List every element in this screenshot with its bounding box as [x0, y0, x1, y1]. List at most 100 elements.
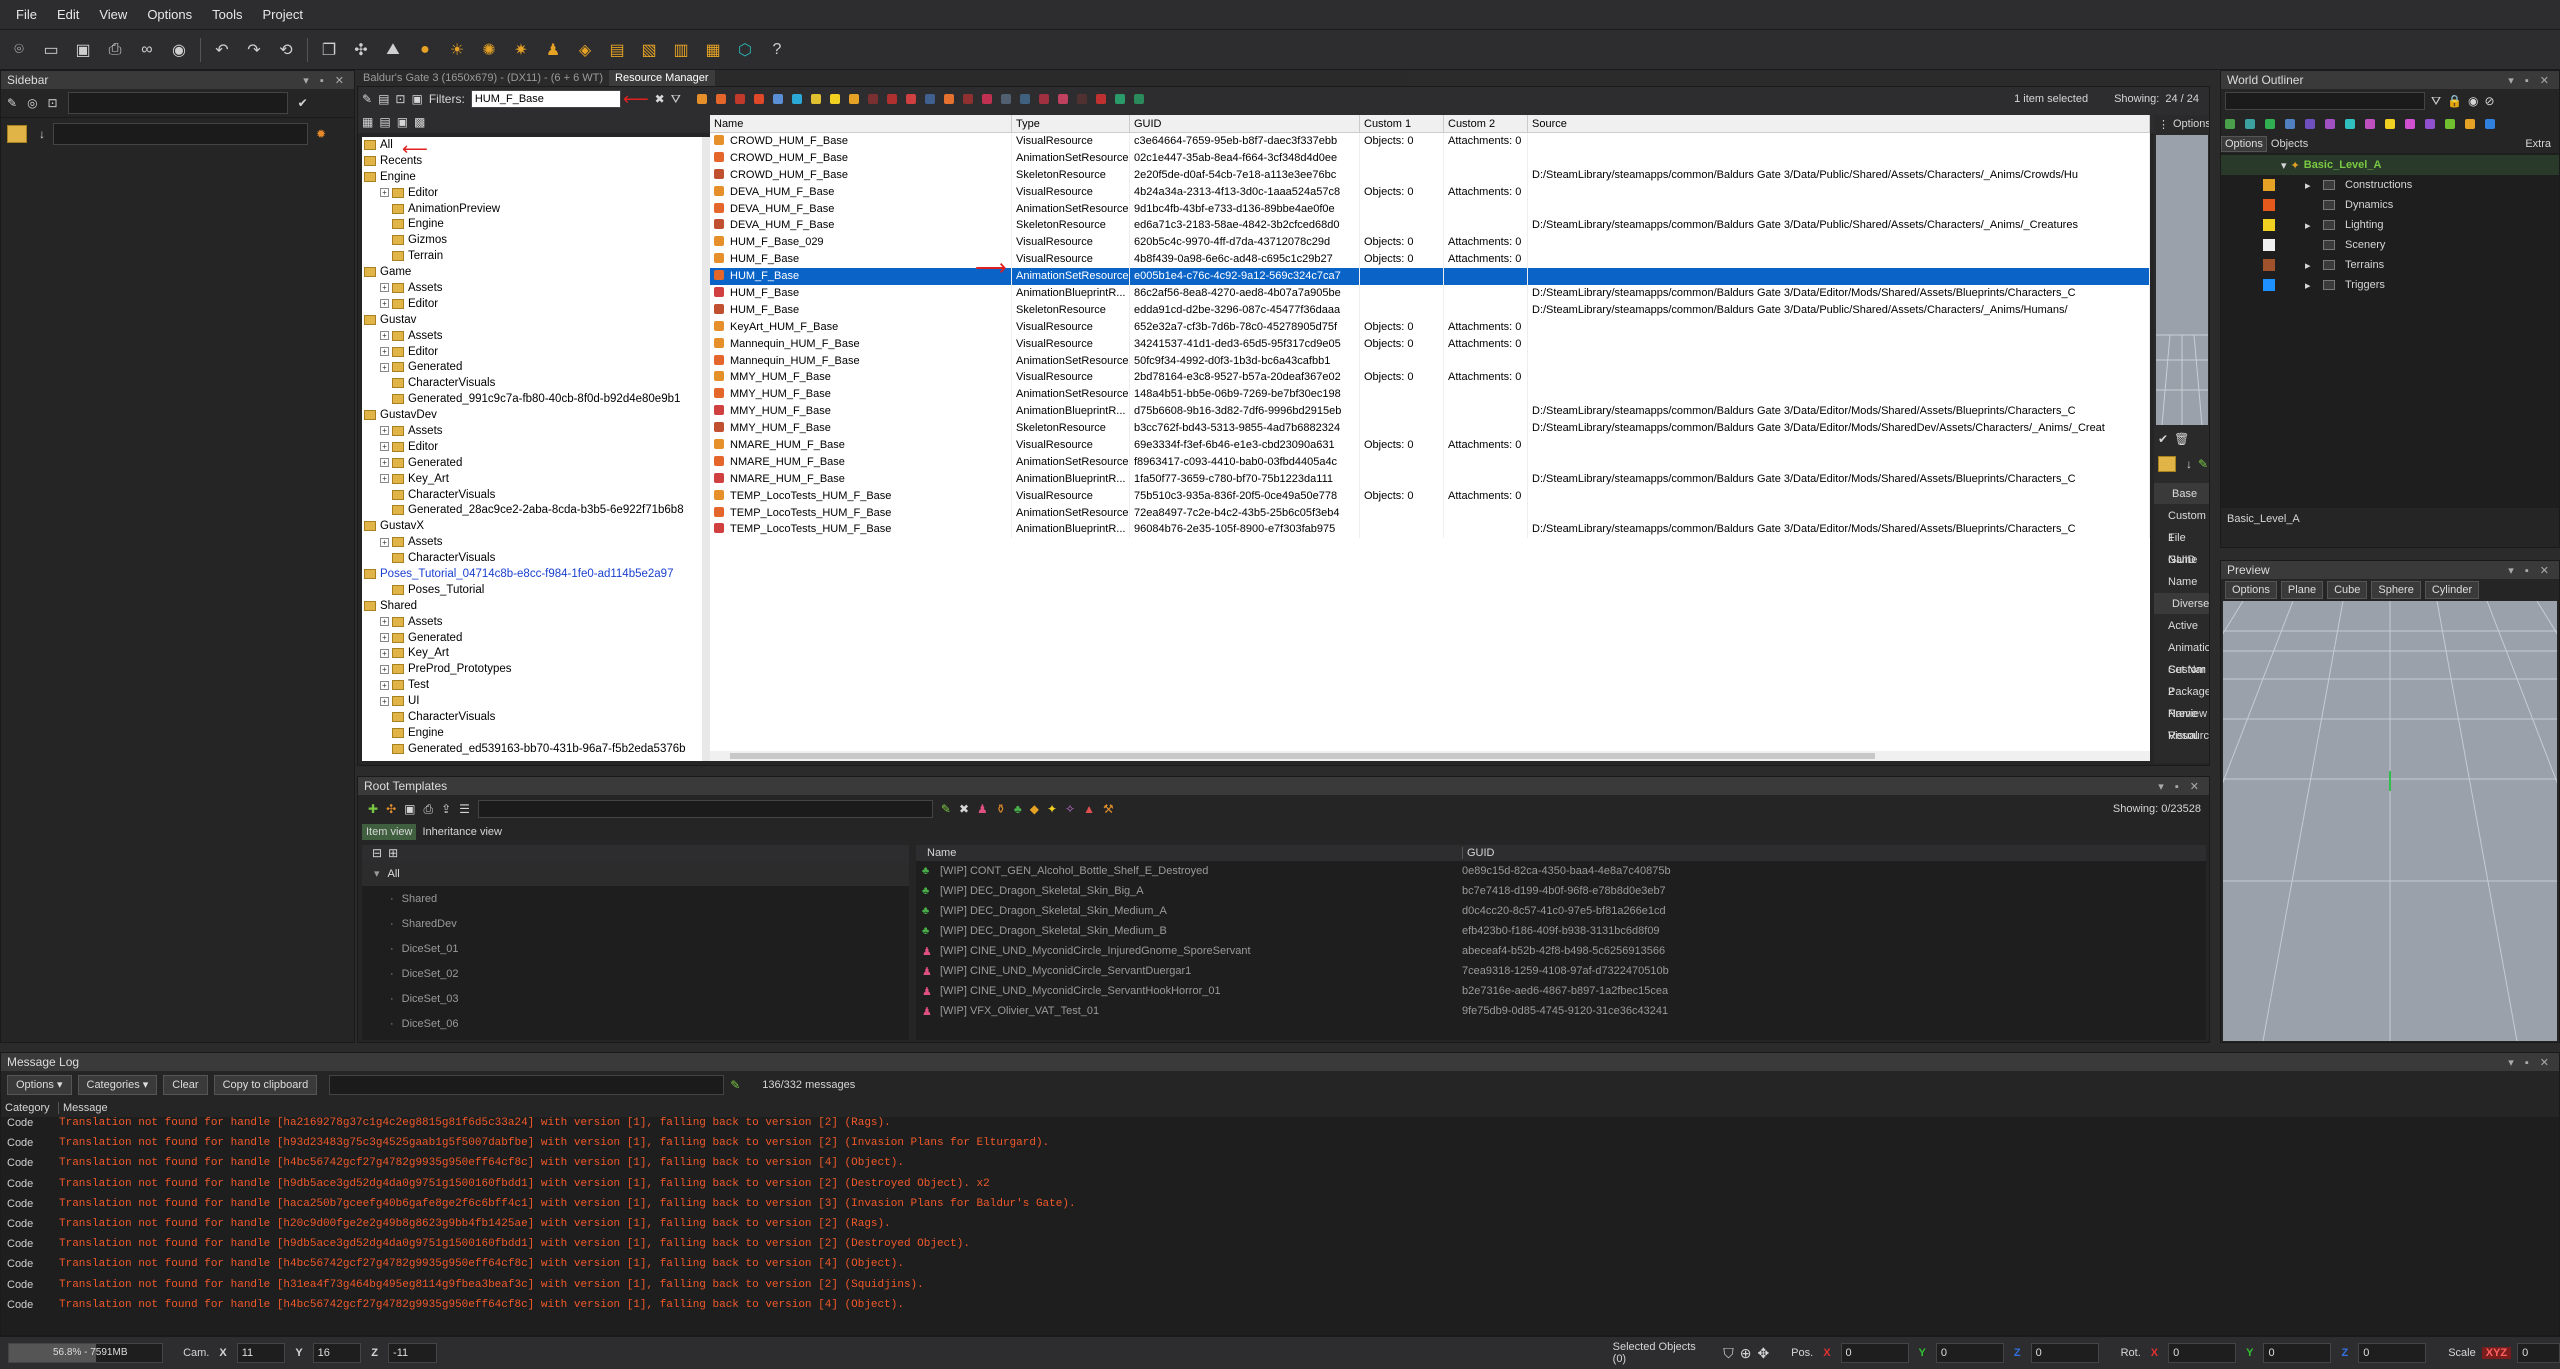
chart-icon[interactable]: ▥	[670, 39, 692, 61]
filter-type-icon[interactable]	[715, 94, 726, 104]
settings-icon[interactable]: ✹	[316, 127, 326, 141]
sidebar-search-input[interactable]	[67, 92, 288, 114]
scale-input[interactable]: 0	[2517, 1343, 2560, 1363]
expand-icon[interactable]: +	[380, 347, 389, 357]
expand-icon[interactable]: +	[380, 283, 389, 293]
nodes-icon[interactable]: ✣	[386, 802, 396, 816]
expand-icon[interactable]: +	[380, 426, 389, 436]
visibility-icon[interactable]: ◎	[27, 96, 37, 110]
resource-row[interactable]: Mannequin_HUM_F_Base AnimationSetResource…	[710, 352, 2150, 370]
filter-type-icon[interactable]	[962, 94, 973, 104]
resource-row[interactable]: TEMP_LocoTests_HUM_F_Base AnimationSetRes…	[710, 504, 2150, 522]
resource-row[interactable]: DEVA_HUM_F_Base AnimationSetResource 9d1bc…	[710, 200, 2150, 218]
preview-viewport[interactable]	[2221, 600, 2559, 1042]
root-template-row[interactable]: ♟ [WIP] CINE_UND_MyconidCircle_InjuredGno…	[916, 941, 2206, 961]
resource-manager-tab[interactable]: Resource Manager	[609, 70, 715, 86]
expand-icon[interactable]: +	[380, 680, 389, 690]
nodes-icon[interactable]: ✣	[350, 39, 372, 61]
tree-item[interactable]: CharacterVisuals	[362, 709, 702, 725]
expand-icon[interactable]: ▸	[2305, 259, 2317, 272]
tree-item[interactable]: Gustav	[362, 312, 702, 328]
tree-item[interactable]: Engine	[362, 216, 702, 232]
pin-icon[interactable]: ✎	[7, 96, 17, 110]
cam-z-input[interactable]: -11	[388, 1343, 437, 1363]
log-categories-dropdown[interactable]: Categories ▾	[77, 1075, 158, 1095]
resource-row[interactable]: HUM_F_Base AnimationBlueprintR... 86c2af56…	[710, 285, 2150, 302]
edit-icon[interactable]: ✎	[941, 802, 951, 816]
clear-filter-icon[interactable]: ✖	[655, 92, 665, 106]
filter-type-icon[interactable]	[829, 94, 840, 104]
tree-item[interactable]: + Key_Art	[362, 471, 702, 487]
inheritance-view-tab[interactable]: Inheritance view	[418, 824, 506, 840]
preview-cube-button[interactable]: Cube	[2327, 581, 2368, 599]
sidebar-filter-input[interactable]	[53, 122, 308, 145]
list-icon[interactable]: ☰	[459, 802, 470, 816]
log-message-row[interactable]: Code Translation not found for handle [h9…	[1, 1238, 2559, 1258]
column-guid[interactable]: GUID	[1130, 115, 1360, 132]
pos-x-input[interactable]: 0	[1840, 1343, 1909, 1363]
cam-y-input[interactable]: 16	[312, 1343, 362, 1363]
expand-icon[interactable]: +	[380, 537, 389, 547]
trash-icon[interactable]: 🗑	[2174, 432, 2189, 446]
tree-scrollbar[interactable]	[702, 137, 710, 761]
sphere-icon[interactable]: ●	[414, 39, 436, 61]
tree-item[interactable]: + Assets	[362, 328, 702, 344]
filter-type-icon[interactable]	[1076, 94, 1087, 104]
folder-icon[interactable]	[7, 124, 27, 143]
log-message-row[interactable]: Code Translation not found for handle [ha…	[1, 1117, 2559, 1137]
tree-item[interactable]: + PreProd_Prototypes	[362, 661, 702, 677]
resource-row[interactable]: KeyArt_HUM_F_Base VisualResource 652e32a7-…	[710, 318, 2150, 336]
filter-type-icon[interactable]	[1038, 94, 1049, 104]
resource-row[interactable]: MMY_HUM_F_Base SkeletonResource b3cc762f-b…	[710, 420, 2150, 438]
resource-row[interactable]: MMY_HUM_F_Base VisualResource 2bd78164-e3c…	[710, 369, 2150, 387]
copy-to-clipboard-button[interactable]: Copy to clipboard	[213, 1075, 318, 1095]
panel-controls[interactable]: ▾ ▪ ✕	[2508, 564, 2553, 577]
view-icon[interactable]: ▦	[362, 115, 373, 129]
menu-project[interactable]: Project	[252, 7, 312, 22]
resource-row[interactable]: CROWD_HUM_F_Base SkeletonResource 2e20f5de…	[710, 166, 2150, 184]
new-window-icon[interactable]: ❐	[318, 39, 340, 61]
type-icon[interactable]	[2245, 119, 2255, 129]
tool-icon[interactable]: ▣	[411, 92, 422, 106]
column-custom1[interactable]: Custom 1	[1360, 115, 1444, 132]
filter-type-icon[interactable]	[943, 94, 954, 104]
root-template-row[interactable]: ♟ [WIP] CINE_UND_MyconidCircle_ServantDue…	[916, 961, 2206, 981]
type-icon[interactable]	[2345, 119, 2355, 129]
tree-item[interactable]: GustavDev	[362, 407, 702, 423]
help-icon[interactable]: ?	[766, 39, 788, 61]
hide-icon[interactable]: ⊘	[2485, 94, 2495, 108]
scale-axis-toggle[interactable]: XYZ	[2481, 1347, 2512, 1359]
edit-icon[interactable]: ✎	[730, 1078, 740, 1092]
rt-tree-item[interactable]: ▾ All	[362, 861, 909, 886]
decal-filter-icon[interactable]: ▲	[1083, 802, 1095, 816]
filter-type-icon[interactable]	[810, 94, 821, 104]
column-source[interactable]: Source	[1528, 115, 2150, 132]
layer-color-swatch[interactable]	[2263, 219, 2275, 231]
character-filter-icon[interactable]: ♟	[977, 802, 988, 816]
tree-item[interactable]: GustavX	[362, 518, 702, 534]
sort-icon[interactable]: ↓	[2186, 457, 2192, 471]
tree-item[interactable]: Poses_Tutorial	[362, 582, 702, 598]
outliner-options-tab[interactable]: Options	[2221, 136, 2267, 152]
preview-cylinder-button[interactable]: Cylinder	[2424, 581, 2480, 599]
property-row[interactable]: Active	[2154, 615, 2209, 637]
undo-icon[interactable]: ↶	[211, 39, 233, 61]
snap-icon[interactable]: ⊕	[1740, 1345, 1752, 1362]
root-template-row[interactable]: ♟ [WIP] VFX_Olivier_VAT_Test_01 9fe75db9-0…	[916, 1001, 2206, 1021]
filter-type-icon[interactable]	[886, 94, 897, 104]
log-message-row[interactable]: Code Translation not found for handle [h4…	[1, 1258, 2559, 1278]
tree-item[interactable]: + Assets	[362, 534, 702, 550]
horizontal-scrollbar[interactable]	[710, 751, 2150, 761]
rot-y-input[interactable]: 0	[2263, 1343, 2332, 1363]
redo-icon[interactable]: ↷	[243, 39, 265, 61]
expand-icon[interactable]: +	[380, 617, 389, 627]
shield-icon[interactable]: ⛉	[1723, 1345, 1734, 1362]
outliner-item[interactable]: ▸ Constructions	[2221, 175, 2559, 195]
tree-item[interactable]: + Editor	[362, 296, 702, 312]
material-icon[interactable]: ◈	[574, 39, 596, 61]
log-options-dropdown[interactable]: Options ▾	[7, 1075, 72, 1095]
resource-row[interactable]: HUM_F_Base SkeletonResource edda91cd-d2be-…	[710, 301, 2150, 319]
filter-input[interactable]: HUM_F_Base	[470, 90, 621, 108]
resource-row[interactable]: HUM_F_Base_029 VisualResource 620b5c4c-997…	[710, 234, 2150, 252]
resource-row[interactable]: MMY_HUM_F_Base AnimationSetResource 148a4b…	[710, 386, 2150, 404]
